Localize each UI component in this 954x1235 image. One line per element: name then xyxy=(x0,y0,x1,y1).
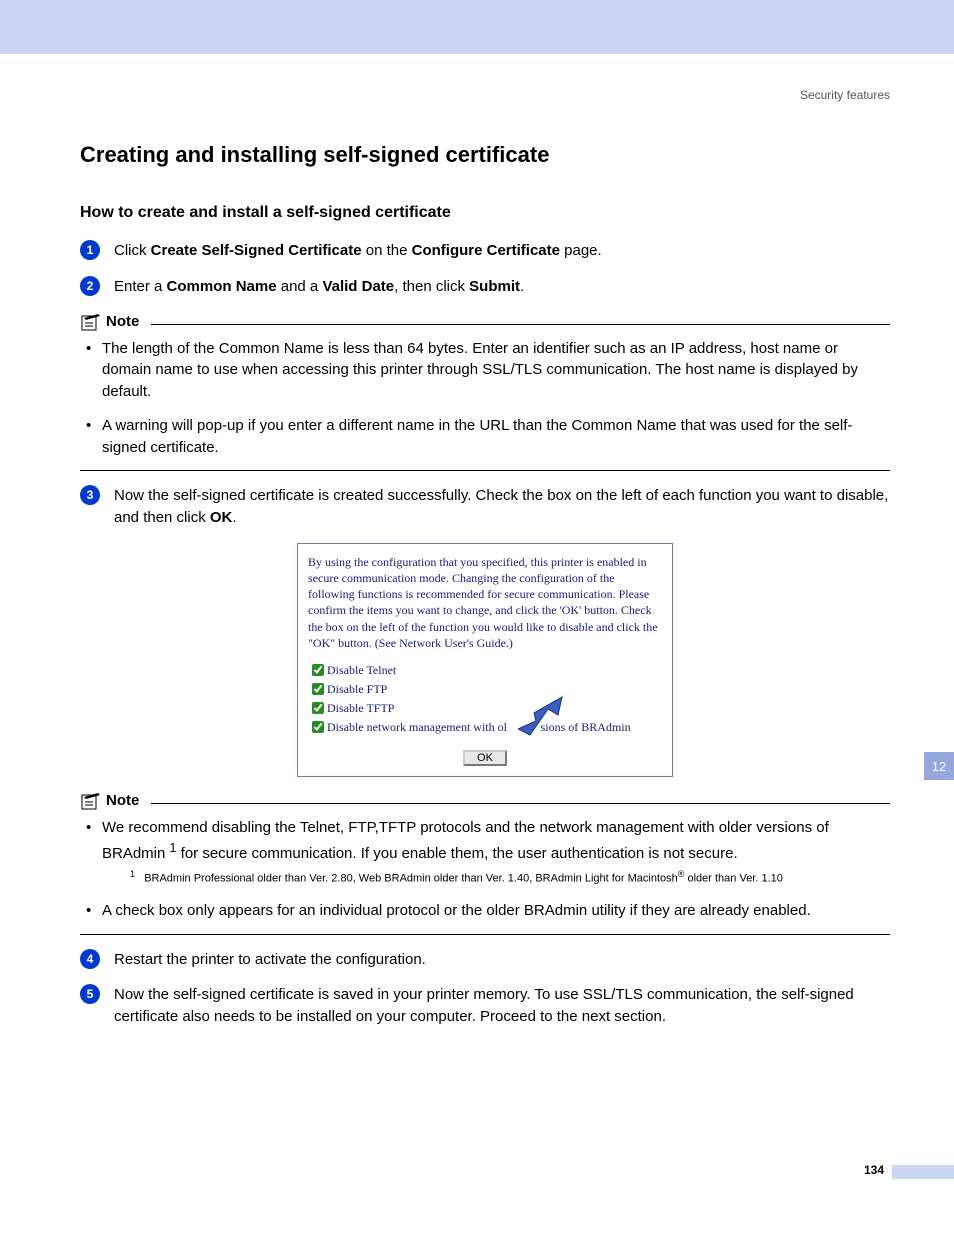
text: for secure communication. If you enable … xyxy=(176,845,737,862)
bold-text: Common Name xyxy=(219,340,324,357)
disable-tftp-checkbox[interactable] xyxy=(312,702,324,714)
option-label: Disable network management with ol xyxy=(327,720,507,734)
disable-ftp-option[interactable]: Disable FTP xyxy=(308,680,662,698)
text: . xyxy=(520,278,524,295)
step-number-badge: 4 xyxy=(80,949,100,969)
note-closing-rule xyxy=(80,470,890,471)
note-bullet: A warning will pop-up if you enter a dif… xyxy=(102,415,890,459)
text: page. xyxy=(560,242,602,259)
bold-text: Common Name xyxy=(571,417,676,434)
bold-text: Create Self-Signed Certificate xyxy=(151,242,362,259)
note-bullet: The length of the Common Name is less th… xyxy=(102,338,890,403)
text: The length of the xyxy=(102,340,219,357)
disable-bradmin-option[interactable]: Disable network management with older ve… xyxy=(308,718,662,736)
step-number-badge: 5 xyxy=(80,984,100,1004)
footnote: 1 BRAdmin Professional older than Ver. 2… xyxy=(130,868,890,888)
text: on the xyxy=(362,242,412,259)
step-5-body: Now the self-signed certificate is saved… xyxy=(114,984,890,1028)
note-label: Note xyxy=(106,313,139,330)
text: . xyxy=(232,509,236,526)
dialog-description: By using the configuration that you spec… xyxy=(308,554,662,651)
footnote-text: older than Ver. 1.10 xyxy=(684,873,782,885)
option-label: Disable TFTP xyxy=(327,701,394,715)
disable-telnet-option[interactable]: Disable Telnet xyxy=(308,661,662,679)
note-bullet: We recommend disabling the Telnet, FTP,T… xyxy=(102,817,890,888)
step-4: 4 Restart the printer to activate the co… xyxy=(80,949,890,971)
disable-tftp-option[interactable]: Disable TFTP xyxy=(308,699,662,717)
page-number: 134 xyxy=(864,1163,884,1177)
step-4-body: Restart the printer to activate the conf… xyxy=(114,949,426,971)
text: A warning will pop-up if you enter a dif… xyxy=(102,417,571,434)
section-header-label: Security features xyxy=(80,88,890,102)
text: Click xyxy=(114,242,151,259)
note-divider-line xyxy=(151,323,890,325)
option-label: Disable FTP xyxy=(327,682,387,696)
dialog-ok-button[interactable]: OK xyxy=(463,750,507,766)
top-decorative-band xyxy=(0,0,954,54)
disable-bradmin-checkbox[interactable] xyxy=(312,721,324,733)
step-3-body: Now the self-signed certificate is creat… xyxy=(114,485,890,529)
callout-arrow-icon xyxy=(518,689,568,739)
note-closing-rule xyxy=(80,934,890,935)
disable-ftp-checkbox[interactable] xyxy=(312,683,324,695)
text: Enter a xyxy=(114,278,167,295)
text: , then click xyxy=(394,278,469,295)
note-icon xyxy=(80,312,102,332)
step-3: 3 Now the self-signed certificate is cre… xyxy=(80,485,890,529)
step-5: 5 Now the self-signed certificate is sav… xyxy=(80,984,890,1028)
step-number-badge: 2 xyxy=(80,276,100,296)
section-subtitle: How to create and install a self-signed … xyxy=(80,204,890,222)
bold-text: Common Name xyxy=(167,278,277,295)
bold-text: Submit xyxy=(469,278,520,295)
note-block-2: Note We recommend disabling the Telnet, … xyxy=(80,791,890,935)
footnote-text: BRAdmin Professional older than Ver. 2.8… xyxy=(144,873,678,885)
step-number-badge: 1 xyxy=(80,240,100,260)
text: and a xyxy=(277,278,323,295)
page-number-band xyxy=(892,1165,954,1179)
disable-telnet-checkbox[interactable] xyxy=(312,664,324,676)
dialog-screenshot-wrapper: By using the configuration that you spec… xyxy=(80,543,890,777)
page-title: Creating and installing self-signed cert… xyxy=(80,142,890,168)
step-1: 1 Click Create Self-Signed Certificate o… xyxy=(80,240,890,262)
step-2: 2 Enter a Common Name and a Valid Date, … xyxy=(80,276,890,298)
step-2-body: Enter a Common Name and a Valid Date, th… xyxy=(114,276,524,298)
note-divider-line xyxy=(151,802,890,804)
note-label: Note xyxy=(106,792,139,809)
step-1-body: Click Create Self-Signed Certificate on … xyxy=(114,240,602,262)
option-label: Disable Telnet xyxy=(327,663,396,677)
bold-text: OK xyxy=(210,509,233,526)
bold-text: Valid Date xyxy=(322,278,394,295)
step-number-badge: 3 xyxy=(80,485,100,505)
text: A check box only appears for an individu… xyxy=(102,902,811,919)
chapter-side-tab: 12 xyxy=(924,752,954,780)
footnote-number: 1 xyxy=(130,869,135,879)
note-icon xyxy=(80,791,102,811)
note-bullet: A check box only appears for an individu… xyxy=(102,900,890,922)
bold-text: Configure Certificate xyxy=(412,242,560,259)
secure-comm-dialog: By using the configuration that you spec… xyxy=(297,543,673,777)
note-block-1: Note The length of the Common Name is le… xyxy=(80,312,890,472)
